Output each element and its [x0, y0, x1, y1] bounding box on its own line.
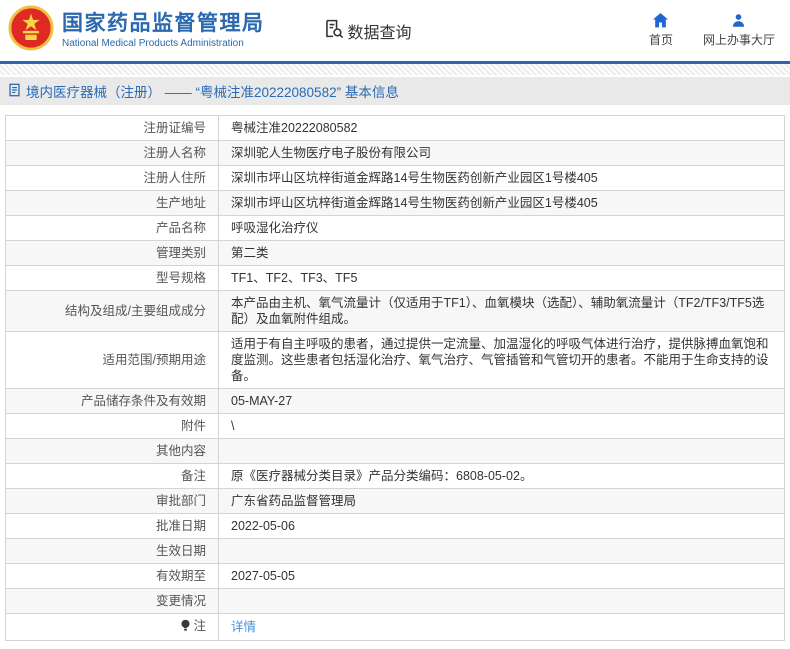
row-value: 本产品由主机、氧气流量计（仅适用于TF1）、血氧模块（选配）、辅助氧流量计（TF… [218, 290, 785, 332]
row-value: 深圳市坪山区坑梓街道金辉路14号生物医药创新产业园区1号楼405 [218, 165, 785, 191]
agency-title-block: 国家药品监督管理局 National Medical Products Admi… [62, 12, 265, 48]
top-nav: 首页 网上办事大厅 [649, 13, 775, 48]
row-label: 备注 [180, 469, 206, 483]
registration-table-body: 注册证编号 粤械注准20222080582 注册人名称 深圳驼人生物医疗电子股份… [5, 115, 785, 641]
row-value: 广东省药品监督管理局 [218, 488, 785, 514]
row-value: 原《医疗器械分类目录》产品分类编码：6808-05-02。 [218, 463, 785, 489]
agency-name-zh: 国家药品监督管理局 [62, 12, 265, 36]
row-value [218, 538, 785, 564]
table-row: 生产地址 深圳市坪山区坑梓街道金辉路14号生物医药创新产业园区1号楼405 [5, 190, 785, 216]
table-row: 注册证编号 粤械注准20222080582 [5, 115, 785, 141]
row-value: \ [218, 413, 785, 439]
row-label: 生产地址 [155, 196, 206, 210]
table-row: 有效期至 2027-05-05 [5, 563, 785, 589]
row-value: 2022-05-06 [218, 513, 785, 539]
row-value: 深圳市坪山区坑梓街道金辉路14号生物医药创新产业园区1号楼405 [218, 190, 785, 216]
row-value [218, 438, 785, 464]
row-value: 2027-05-05 [218, 563, 785, 589]
row-label: 附件 [180, 419, 206, 433]
nav-home[interactable]: 首页 [649, 13, 673, 48]
row-value [218, 588, 785, 614]
detail-link[interactable]: 详情 [231, 620, 256, 634]
table-row: 结构及组成/主要组成成分 本产品由主机、氧气流量计（仅适用于TF1）、血氧模块（… [5, 290, 785, 332]
document-icon [8, 83, 21, 100]
table-row: 批准日期 2022-05-06 [5, 513, 785, 539]
row-value: 详情 [218, 613, 785, 641]
row-label: 产品储存条件及有效期 [80, 394, 206, 408]
home-icon [652, 13, 669, 28]
table-row: 注 详情 [5, 613, 785, 641]
document-search-icon [323, 18, 344, 44]
nav-data-query[interactable]: 数据查询 [323, 18, 412, 44]
table-row: 管理类别 第二类 [5, 240, 785, 266]
table-row: 审批部门 广东省药品监督管理局 [5, 488, 785, 514]
row-value: 呼吸湿化治疗仪 [218, 215, 785, 241]
row-value: TF1、TF2、TF3、TF5 [218, 265, 785, 291]
table-row: 产品储存条件及有效期 05-MAY-27 [5, 388, 785, 414]
row-label: 有效期至 [155, 569, 206, 583]
table-row: 注册人名称 深圳驼人生物医疗电子股份有限公司 [5, 140, 785, 166]
table-row: 产品名称 呼吸湿化治疗仪 [5, 215, 785, 241]
table-row: 备注 原《医疗器械分类目录》产品分类编码：6808-05-02。 [5, 463, 785, 489]
row-value: 第二类 [218, 240, 785, 266]
table-row: 变更情况 [5, 588, 785, 614]
nav-home-label: 首页 [648, 33, 673, 47]
row-label: 结构及组成/主要组成成分 [65, 304, 206, 318]
row-value: 适用于有自主呼吸的患者，通过提供一定流量、加温湿化的呼吸气体进行治疗，提供脉搏血… [218, 331, 785, 389]
row-label: 注册人住所 [143, 171, 206, 185]
row-label: 产品名称 [155, 221, 206, 235]
row-value: 深圳驼人生物医疗电子股份有限公司 [218, 140, 785, 166]
table-row: 附件 \ [5, 413, 785, 439]
row-label: 其他内容 [155, 444, 206, 458]
registration-info: 注册证编号 粤械注准20222080582 注册人名称 深圳驼人生物医疗电子股份… [5, 115, 785, 641]
row-label: 注册人名称 [143, 146, 206, 160]
row-label: 批准日期 [155, 519, 206, 533]
row-label: 适用范围/预期用途 [102, 353, 206, 367]
nav-online-hall-label: 网上办事大厅 [702, 33, 775, 47]
nav-data-query-label: 数据查询 [347, 24, 412, 42]
row-label: 型号规格 [155, 271, 206, 285]
row-label: 变更情况 [155, 594, 206, 608]
row-value: 05-MAY-27 [218, 388, 785, 414]
person-icon [731, 13, 746, 28]
page-header: 国家药品监督管理局 National Medical Products Admi… [0, 0, 790, 64]
table-row: 注册人住所 深圳市坪山区坑梓街道金辉路14号生物医药创新产业园区1号楼405 [5, 165, 785, 191]
registration-table: 注册证编号 粤械注准20222080582 注册人名称 深圳驼人生物医疗电子股份… [5, 115, 785, 641]
row-label: 注册证编号 [143, 121, 206, 135]
table-row: 适用范围/预期用途 适用于有自主呼吸的患者，通过提供一定流量、加温湿化的呼吸气体… [5, 331, 785, 389]
row-label: 生效日期 [155, 544, 206, 558]
page-title: 境内医疗器械（注册） —— “粤械注准20222080582” 基本信息 [26, 85, 399, 100]
result-title-bar: 境内医疗器械（注册） —— “粤械注准20222080582” 基本信息 [0, 77, 790, 105]
table-row: 型号规格 TF1、TF2、TF3、TF5 [5, 265, 785, 291]
table-row: 其他内容 [5, 438, 785, 464]
bulb-icon [180, 619, 191, 636]
row-value: 粤械注准20222080582 [218, 115, 785, 141]
decorative-hatch-strip [0, 64, 790, 75]
agency-name-en: National Medical Products Administration [62, 37, 244, 49]
row-label: 管理类别 [155, 246, 206, 260]
national-emblem-icon [8, 5, 54, 56]
nav-online-hall[interactable]: 网上办事大厅 [703, 13, 775, 48]
row-label: 注 [193, 619, 206, 633]
table-row: 生效日期 [5, 538, 785, 564]
row-label: 审批部门 [155, 494, 206, 508]
